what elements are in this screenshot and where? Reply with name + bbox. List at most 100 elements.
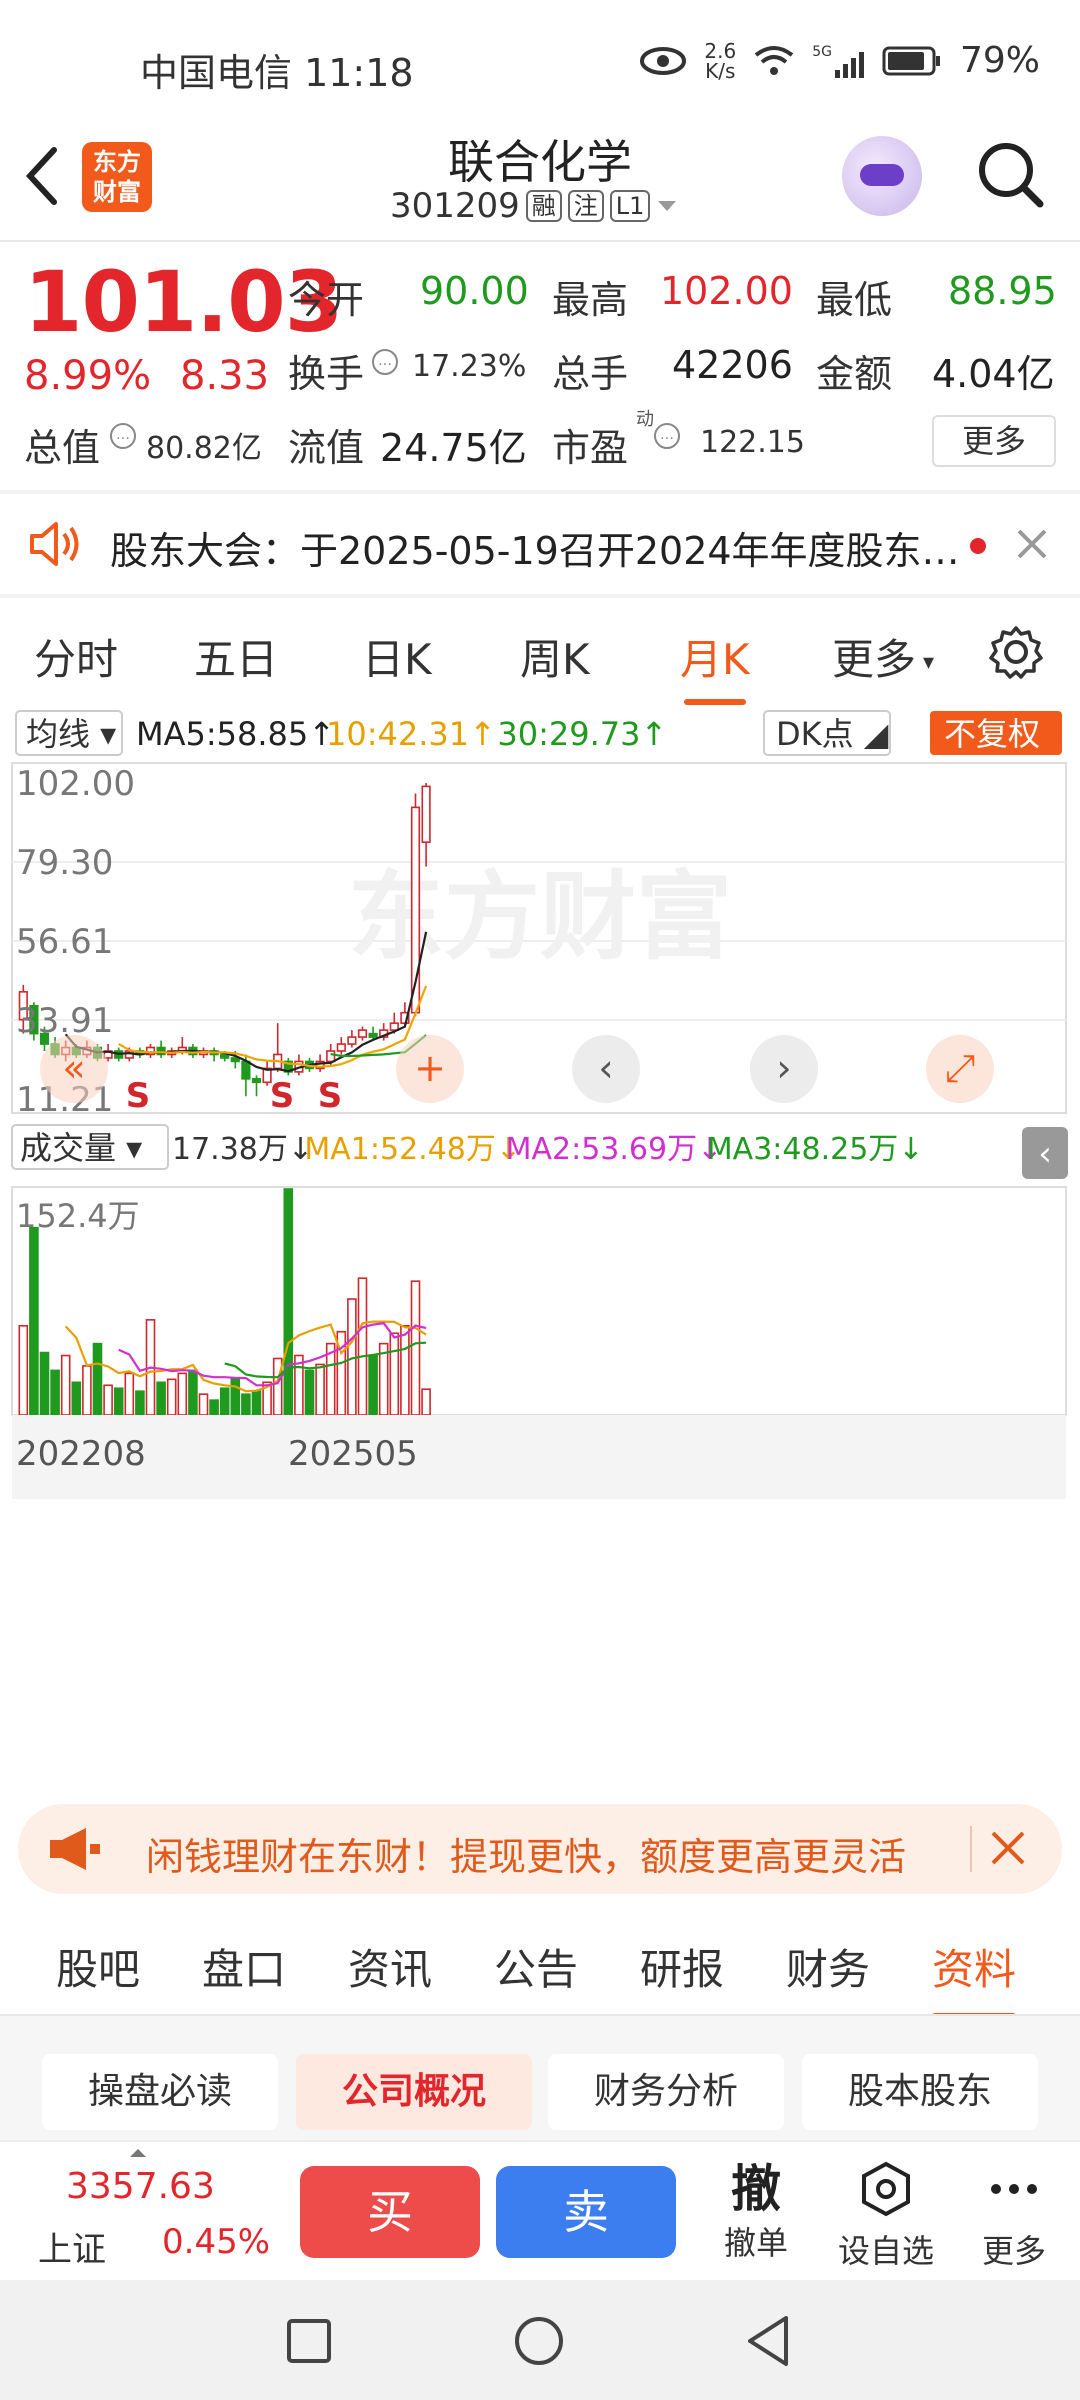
legend-ma5: MA5:58.85↑ bbox=[136, 715, 335, 753]
kline-chart-svg[interactable]: 均线 ▾ MA5:58.85↑10:42.31↑ 30:29.73↑ DK点 ◢ 不复权… bbox=[0, 705, 1080, 1785]
subtab-company-overview[interactable]: 公司概况 bbox=[296, 2054, 532, 2130]
cancel-order-button[interactable]: 撤 撤单 bbox=[696, 2160, 816, 2264]
tab-monthly-k[interactable]: 月K bbox=[680, 626, 750, 705]
float-label: 流值 bbox=[288, 426, 365, 470]
adjust-button[interactable]: 不复权 bbox=[944, 715, 1040, 753]
back-nav-icon[interactable] bbox=[744, 2314, 792, 2368]
subtab-trading-must-read[interactable]: 操盘必读 bbox=[42, 2054, 278, 2130]
chevron-left-icon[interactable]: ‹ bbox=[598, 1046, 613, 1090]
volume-bar bbox=[82, 1365, 92, 1416]
more-dots-icon bbox=[991, 2184, 1037, 2194]
ma-selector[interactable]: 均线 ▾ bbox=[26, 715, 116, 753]
tab-profile[interactable]: 资料 bbox=[932, 1936, 1017, 2019]
zoom-in-icon[interactable]: + bbox=[414, 1046, 446, 1090]
close-icon[interactable] bbox=[990, 1830, 1026, 1866]
change-amount: 8.33 bbox=[180, 353, 270, 399]
index-value[interactable]: 3357.63 bbox=[66, 2166, 215, 2207]
buy-button[interactable]: 买 bbox=[300, 2166, 480, 2258]
gear-icon[interactable] bbox=[988, 624, 1044, 680]
price-tick-label: 102.00 bbox=[16, 764, 135, 804]
legend-vma2: MA2:53.69万↓ bbox=[506, 1132, 723, 1167]
mktcap-value: 80.82亿 bbox=[146, 431, 262, 466]
tab-finance[interactable]: 财务 bbox=[786, 1936, 870, 1997]
more-actions-button[interactable]: 更多 bbox=[954, 2160, 1074, 2272]
pe-value: 122.15 bbox=[700, 425, 805, 460]
tab-daily-k[interactable]: 日K bbox=[362, 626, 432, 687]
legend-volume: 17.38万↓ bbox=[172, 1132, 313, 1167]
x-tick-label: 202208 bbox=[16, 1434, 146, 1474]
candle bbox=[336, 1043, 346, 1052]
volume-bar bbox=[60, 1354, 71, 1416]
chevron-left-icon[interactable]: ‹ bbox=[1038, 1134, 1052, 1174]
info-icon[interactable]: … bbox=[372, 349, 398, 375]
volume-bar bbox=[92, 1342, 103, 1416]
volume-max-label: 152.4万 bbox=[16, 1197, 140, 1235]
more-actions-label: 更多 bbox=[981, 2232, 1046, 2270]
candle bbox=[241, 1060, 251, 1080]
info-icon[interactable]: … bbox=[110, 423, 136, 449]
volume-bar bbox=[389, 1332, 400, 1416]
tab-news[interactable]: 资讯 bbox=[348, 1936, 432, 1997]
volume-bar bbox=[135, 1390, 145, 1416]
caret-up-icon bbox=[130, 2149, 146, 2157]
close-icon[interactable] bbox=[1016, 528, 1048, 560]
turnover-label: 换手 bbox=[288, 352, 365, 396]
unread-dot bbox=[970, 538, 986, 554]
subtab-shareholders[interactable]: 股本股东 bbox=[802, 2054, 1038, 2130]
recents-icon[interactable] bbox=[286, 2318, 332, 2364]
quote-more-button[interactable]: 更多 bbox=[932, 415, 1056, 467]
home-icon[interactable] bbox=[514, 2316, 564, 2366]
notice-bar[interactable]: 股东大会：于2025-05-19召开2024年年度股东… bbox=[0, 494, 1080, 594]
open-label: 今开 bbox=[288, 278, 365, 322]
candle bbox=[357, 1029, 368, 1038]
stock-code-row[interactable]: 301209 融 注 L1 bbox=[390, 186, 678, 226]
amount-value: 4.04亿 bbox=[932, 352, 1055, 396]
promo-banner[interactable]: 闲钱理财在东财！提现更快，额度更高更灵活 bbox=[18, 1804, 1062, 1894]
info-icon[interactable]: … bbox=[654, 423, 680, 449]
system-nav-bar bbox=[0, 2280, 1080, 2400]
tab-weekly-k[interactable]: 周K bbox=[520, 626, 590, 687]
mktcap-label: 总值 bbox=[24, 426, 101, 470]
search-icon[interactable] bbox=[976, 140, 1046, 210]
battery-icon bbox=[882, 46, 940, 75]
volume-selector[interactable]: 成交量 ▾ bbox=[20, 1129, 142, 1167]
info-tabs: 股吧 盘口 资讯 公告 研报 财务 资料 bbox=[0, 1910, 1080, 2019]
promo-text: 闲钱理财在东财！提现更快，额度更高更灵活 bbox=[146, 1835, 907, 1879]
eye-icon bbox=[640, 46, 687, 75]
legend-vma3: MA3:48.25万↓ bbox=[707, 1132, 924, 1167]
volume-bar bbox=[283, 1188, 294, 1416]
tab-pankou[interactable]: 盘口 bbox=[202, 1936, 286, 1997]
high-value: 102.00 bbox=[660, 269, 793, 313]
index-change: 0.45% bbox=[162, 2222, 271, 2262]
volume-bar bbox=[241, 1393, 251, 1416]
subtab-financial-analysis[interactable]: 财务分析 bbox=[548, 2054, 784, 2130]
expand-icon[interactable]: ⤢ bbox=[945, 1046, 975, 1090]
tab-announcements[interactable]: 公告 bbox=[494, 1936, 578, 1997]
quote-panel: 101.03 8.99% 8.33 今开 90.00 最高 102.00 最低 … bbox=[0, 245, 1080, 490]
chevron-right-icon[interactable]: › bbox=[776, 1046, 791, 1090]
tab-guba[interactable]: 股吧 bbox=[56, 1936, 140, 1997]
candle bbox=[251, 1078, 262, 1084]
tab-five-day[interactable]: 五日 bbox=[194, 626, 278, 687]
tab-research[interactable]: 研报 bbox=[640, 1936, 724, 1997]
tab-more-periods[interactable]: 更多 ▾ bbox=[832, 626, 934, 687]
volume-bar bbox=[304, 1369, 315, 1416]
dk-selector[interactable]: DK点 ◢ bbox=[776, 715, 889, 753]
tab-intraday[interactable]: 分时 bbox=[34, 626, 118, 687]
battery-level: 79% bbox=[959, 40, 1040, 81]
trade-bar: 3357.63 上证 0.45% 买 卖 撤 撤单 设自选 更多 bbox=[0, 2140, 1080, 2280]
volume-bar bbox=[219, 1387, 230, 1416]
sell-button[interactable]: 卖 bbox=[496, 2166, 676, 2258]
level-tag: L1 bbox=[609, 190, 651, 222]
signal-mark: S bbox=[126, 1076, 151, 1116]
candle bbox=[220, 1053, 230, 1059]
divider bbox=[970, 1826, 972, 1872]
kline-chart[interactable]: 均线 ▾ MA5:58.85↑ 10:42.31↑ 30:29.73↑ DK点 ◢ 不复权… bbox=[0, 705, 1080, 1785]
low-value: 88.95 bbox=[948, 269, 1057, 313]
x-tick-label: 202505 bbox=[288, 1434, 418, 1474]
scroll-start-icon[interactable]: « bbox=[62, 1046, 85, 1090]
add-watchlist-button[interactable]: 设自选 bbox=[826, 2160, 946, 2272]
assistant-robot-icon[interactable] bbox=[842, 136, 922, 216]
volume-bar bbox=[368, 1354, 378, 1416]
volume-bar bbox=[209, 1399, 219, 1416]
